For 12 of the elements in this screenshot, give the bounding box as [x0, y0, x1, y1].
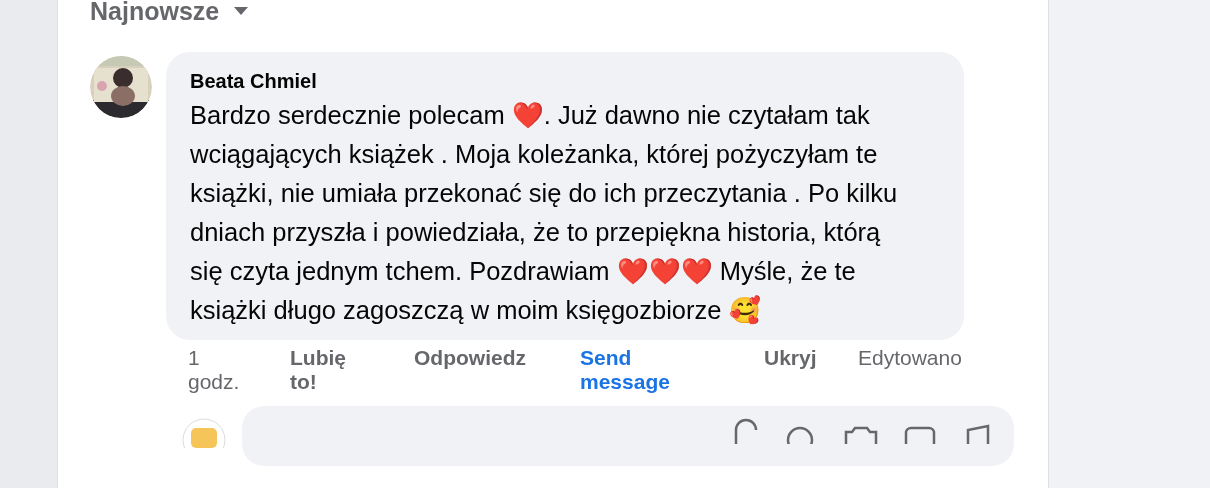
comment-text: Bardzo serdecznie polecam ❤. Już dawno nie czytałam tak wciągających książek . Moja koleżanka, której pożyczyłam te książki, nie umiała przekonać się do ich przeczytania . Po kilku dniach przyszła i powiedziała, że to przepiękna historia, którą się czyta jednym tchem. Pozdrawiam ❤❤❤ Myśle, że te książki długo zagoszczą w moim księgozbiorze 🥰	[190, 100, 899, 326]
author-name[interactable]: Beata Chmiel	[190, 68, 908, 94]
send-message-link[interactable]: Send message	[580, 346, 720, 394]
reply-field[interactable]	[242, 406, 1014, 466]
edited-label: Edytowano	[858, 346, 962, 371]
timestamp[interactable]: 1 godz.	[188, 346, 254, 394]
sort-label[interactable]: Najnowsze	[90, 0, 220, 26]
action-link[interactable]: Ukryj	[764, 346, 858, 394]
caret-icon[interactable]	[233, 6, 250, 16]
avatar-icon	[182, 418, 226, 448]
action-link[interactable]: Odpowiedz	[414, 346, 580, 394]
action-link[interactable]: Lubię to!	[290, 346, 370, 394]
